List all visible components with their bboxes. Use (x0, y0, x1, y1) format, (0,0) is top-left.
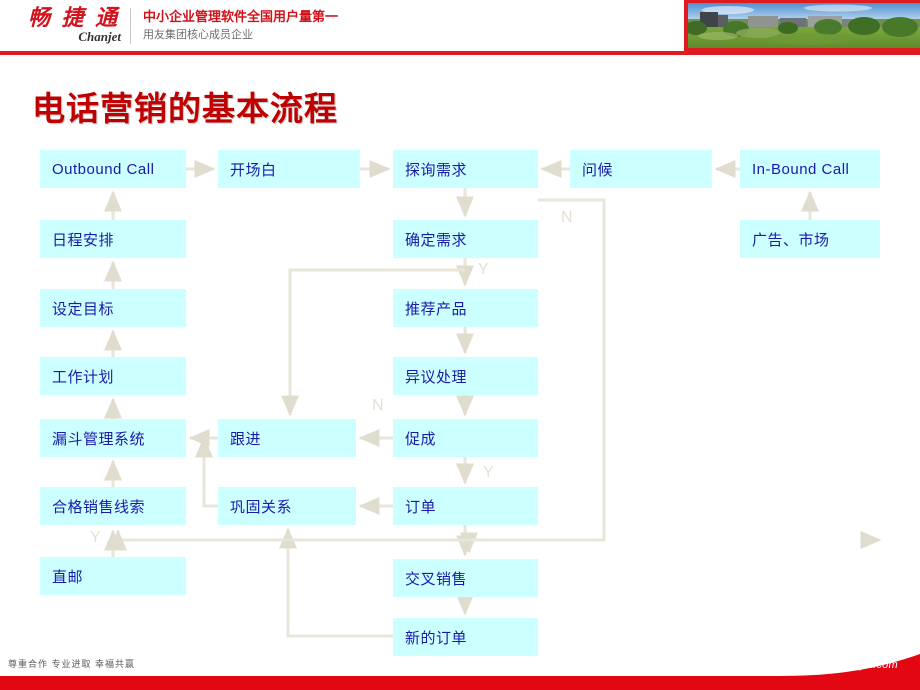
footer-red-bar (0, 654, 920, 690)
flow-node-ads-market[interactable]: 广告、市场 (740, 220, 880, 258)
flow-node-order[interactable]: 订单 (393, 487, 538, 525)
footer-slogan: 尊重合作 专业进取 幸福共赢 (8, 659, 136, 669)
page-footer: 尊重合作 专业进取 幸福共赢 www.chanjet.com (0, 652, 920, 690)
flow-node-objection[interactable]: 异议处理 (393, 357, 538, 395)
flow-branch-y-direct-mail: Y (90, 529, 101, 546)
flow-branch-n-confirm-needs: N (561, 209, 573, 226)
flow-node-direct-mail[interactable]: 直邮 (40, 557, 186, 595)
flow-node-outbound-call[interactable]: Outbound Call (40, 150, 186, 188)
flow-node-explore-needs[interactable]: 探询需求 (393, 150, 538, 188)
flow-node-greeting[interactable]: 问候 (570, 150, 712, 188)
flow-node-schedule[interactable]: 日程安排 (40, 220, 186, 258)
flow-node-close-deal[interactable]: 促成 (393, 419, 538, 457)
flow-node-set-goals[interactable]: 设定目标 (40, 289, 186, 327)
flow-node-new-order[interactable]: 新的订单 (393, 618, 538, 656)
flow-node-solidify[interactable]: 巩固关系 (218, 487, 356, 525)
flow-node-recommend[interactable]: 推荐产品 (393, 289, 538, 327)
footer-website-url: www.chanjet.com (807, 659, 898, 671)
flow-node-funnel-system[interactable]: 漏斗管理系统 (40, 419, 186, 457)
flow-node-qualified-lead[interactable]: 合格销售线索 (40, 487, 186, 525)
flow-node-work-plan[interactable]: 工作计划 (40, 357, 186, 395)
flow-branch-y-close-deal: Y (483, 464, 494, 481)
flow-node-inbound-call[interactable]: In-Bound Call (740, 150, 880, 188)
flow-node-cross-sell[interactable]: 交叉销售 (393, 559, 538, 597)
flow-node-opening[interactable]: 开场白 (218, 150, 360, 188)
flow-branch-n-close-deal: N (372, 397, 384, 414)
flow-node-confirm-needs[interactable]: 确定需求 (393, 220, 538, 258)
flowchart: Outbound Call 开场白 探询需求 问候 In-Bound Call 日程安排 确… (0, 0, 920, 690)
flow-branch-y-confirm-needs: Y (478, 261, 489, 278)
flow-node-follow-up[interactable]: 跟进 (218, 419, 356, 457)
